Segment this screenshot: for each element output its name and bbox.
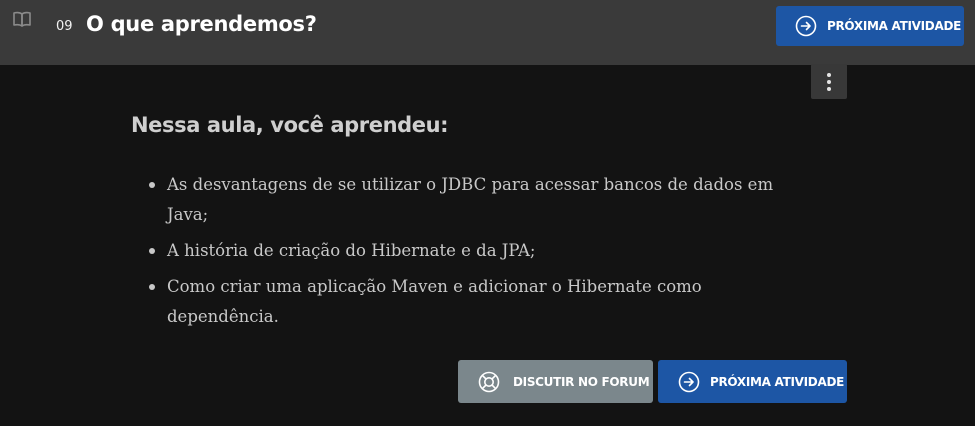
list-item: As desvantagens de se utilizar o JDBC pa…	[149, 170, 787, 230]
content-heading: Nessa aula, você aprendeu:	[131, 113, 449, 137]
top-header: 09 O que aprendemos? PRÓXIMA ATIVIDADE	[0, 0, 975, 65]
list-item: A história de criação do Hibernate e da …	[149, 236, 787, 266]
next-activity-button-bottom[interactable]: PRÓXIMA ATIVIDADE	[658, 360, 847, 403]
discuss-forum-label: DISCUTIR NO FORUM	[513, 374, 650, 389]
next-activity-button-top[interactable]: PRÓXIMA ATIVIDADE	[776, 6, 964, 46]
more-options-button[interactable]	[811, 64, 847, 99]
activity-title: O que aprendemos?	[86, 12, 317, 36]
more-vertical-icon-dot	[827, 72, 831, 77]
more-vertical-icon-dot	[827, 79, 831, 84]
more-vertical-icon-dot	[827, 86, 831, 91]
book-icon[interactable]	[13, 11, 31, 27]
next-activity-label: PRÓXIMA ATIVIDADE	[827, 19, 961, 33]
learning-summary-list: As desvantagens de se utilizar o JDBC pa…	[131, 170, 787, 338]
next-activity-label: PRÓXIMA ATIVIDADE	[710, 374, 844, 389]
activity-page: 09 O que aprendemos? PRÓXIMA ATIVIDADE N…	[0, 0, 975, 426]
arrow-circle-right-icon	[795, 15, 817, 37]
arrow-circle-right-icon	[678, 371, 700, 392]
list-item: Como criar uma aplicação Maven e adicion…	[149, 272, 787, 332]
lifebuoy-icon	[478, 371, 500, 392]
activity-number: 09	[56, 19, 73, 34]
discuss-forum-button[interactable]: DISCUTIR NO FORUM	[458, 360, 653, 403]
